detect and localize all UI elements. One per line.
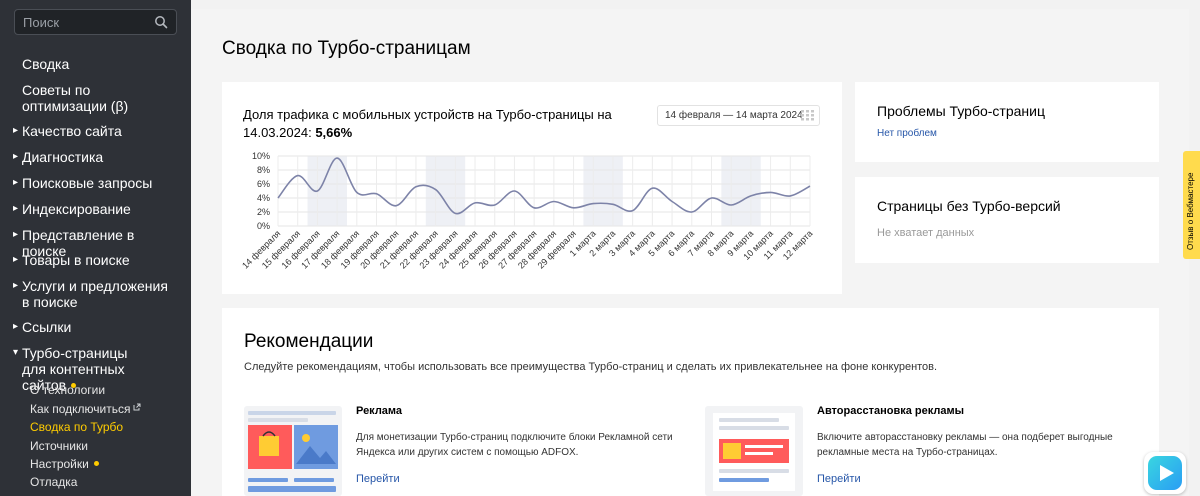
advertising-illustration [244,406,342,496]
sidebar-item-label: Сводка [22,56,70,72]
feedback-label: Отзыв о Вебмастере [1186,172,1195,250]
chevron-right-icon: ▸ [13,254,19,265]
sidebar-item-products[interactable]: ▸ Товары в поиске [0,252,140,268]
sidebar-subitem-sources[interactable]: Источники [0,437,88,455]
weekend-band [425,156,466,226]
traffic-chart: 0%2%4%6%8%10%14 февраля15 февраля16 февр… [240,151,814,271]
sidebar-item-label: Услуги и предложения в поиске [22,278,168,310]
search-icon[interactable] [154,15,168,29]
sidebar-item-optimization-tips[interactable]: Советы по оптимизации (β) [0,82,150,114]
auto-placement-rec-text: Включите авторасстановку рекламы — она п… [817,432,1113,458]
sidebar-item-label: Поисковые запросы [22,175,153,191]
calendar-icon [801,110,814,121]
traffic-card: Доля трафика с мобильных устройств на Ту… [222,82,842,294]
chevron-down-icon: ▾ [13,347,19,358]
auto-placement-rec-title: Авторасстановка рекламы [817,405,965,417]
y-tick-label: 6% [257,179,270,189]
y-tick-label: 8% [257,165,270,175]
sidebar-subitem-label: Настройки [30,457,89,471]
recommendations-description: Следуйте рекомендациям, чтобы использова… [244,361,938,373]
weekend-band [583,156,623,226]
ad-illustration-icon [248,411,338,492]
external-link-icon [133,403,141,411]
sidebar-subitem-about[interactable]: О технологии [0,381,105,399]
chevron-right-icon: ▸ [13,280,19,291]
notification-dot [93,461,99,467]
advertising-rec-link[interactable]: Перейти [356,473,400,485]
weekend-band [721,156,761,226]
pages-without-turbo-status: Не хватает данных [877,227,975,239]
sidebar-subitem-label: О технологии [30,383,106,397]
y-tick-label: 10% [252,151,270,161]
sidebar-item-label: Ссылки [22,319,72,335]
pages-without-turbo-title: Страницы без Турбо-версий [877,198,1061,214]
date-range-label: 14 февраля — 14 марта 2024 [665,110,803,121]
advertising-rec-title: Реклама [356,405,403,417]
page-title: Сводка по Турбо-страницам [222,38,471,59]
sidebar-subitem-how-to-connect[interactable]: Как подключиться [0,400,141,418]
sidebar-item-diagnostics[interactable]: ▸ Диагностика [0,149,113,165]
date-range-button[interactable]: 14 февраля — 14 марта 2024 [657,105,820,126]
sidebar-item-search-queries[interactable]: ▸ Поисковые запросы [0,175,162,191]
sidebar-item-services[interactable]: ▸ Услуги и предложения в поиске [0,278,180,310]
sidebar-item-label: Индексирование [22,201,131,217]
no-problems-link[interactable]: Нет проблем [877,128,937,139]
chevron-right-icon: ▸ [13,151,19,162]
sidebar-item-summary[interactable]: Сводка [0,56,79,72]
y-tick-label: 2% [257,207,270,217]
pages-without-turbo-card: Страницы без Турбо-версий Не хватает дан… [855,177,1159,263]
sidebar-subitem-debug[interactable]: Отладка [0,473,77,491]
main-content: Сводка по Турбо-страницам Доля трафика с… [191,9,1189,496]
sidebar-item-label: Качество сайта [22,123,122,139]
recommendations-card: Рекомендации Следуйте рекомендациям, что… [222,308,1159,496]
turbo-problems-title: Проблемы Турбо-страниц [877,103,1045,119]
y-tick-label: 4% [257,193,270,203]
sidebar: Сводка Советы по оптимизации (β) ▸ Качес… [0,0,191,496]
sidebar-item-site-quality[interactable]: ▸ Качество сайта [0,123,132,139]
traffic-title-text: Доля трафика с мобильных устройств на Ту… [243,107,612,140]
traffic-value: 5,66% [315,125,353,140]
chevron-right-icon: ▸ [13,321,19,332]
sidebar-item-label: Советы по оптимизации (β) [22,82,129,114]
sidebar-subitem-label: Источники [30,439,88,453]
sidebar-subitem-label: Как подключиться [30,402,131,416]
sidebar-item-indexing[interactable]: ▸ Индексирование [0,201,141,217]
chevron-right-icon: ▸ [13,203,19,214]
sidebar-subitem-label: Отладка [30,475,78,489]
sidebar-item-links[interactable]: ▸ Ссылки [0,319,81,335]
search-input[interactable] [23,14,143,31]
chevron-right-icon: ▸ [13,229,19,240]
advertising-rec-text: Для монетизации Турбо-страниц подключите… [356,432,673,458]
auto-placement-rec-link[interactable]: Перейти [817,473,861,485]
traffic-title: Доля трафика с мобильных устройств на Ту… [243,106,623,142]
auto-placement-illustration-icon [713,413,795,491]
chevron-right-icon: ▸ [13,177,19,188]
sidebar-item-label: Диагностика [22,149,104,165]
sidebar-subitem-turbo-summary[interactable]: Сводка по Турбо [0,418,123,436]
y-tick-label: 0% [257,221,270,231]
chat-widget-button[interactable] [1144,452,1186,494]
chevron-right-icon: ▸ [13,125,19,136]
sidebar-item-label: Товары в поиске [22,252,130,268]
chat-icon [1148,456,1182,490]
sidebar-subitem-label: Сводка по Турбо [30,420,124,434]
sidebar-subitem-settings[interactable]: Настройки [0,455,99,473]
turbo-problems-card: Проблемы Турбо-страниц Нет проблем [855,82,1159,162]
recommendations-title: Рекомендации [244,331,374,352]
search-box [14,9,177,35]
auto-placement-illustration [705,406,803,496]
